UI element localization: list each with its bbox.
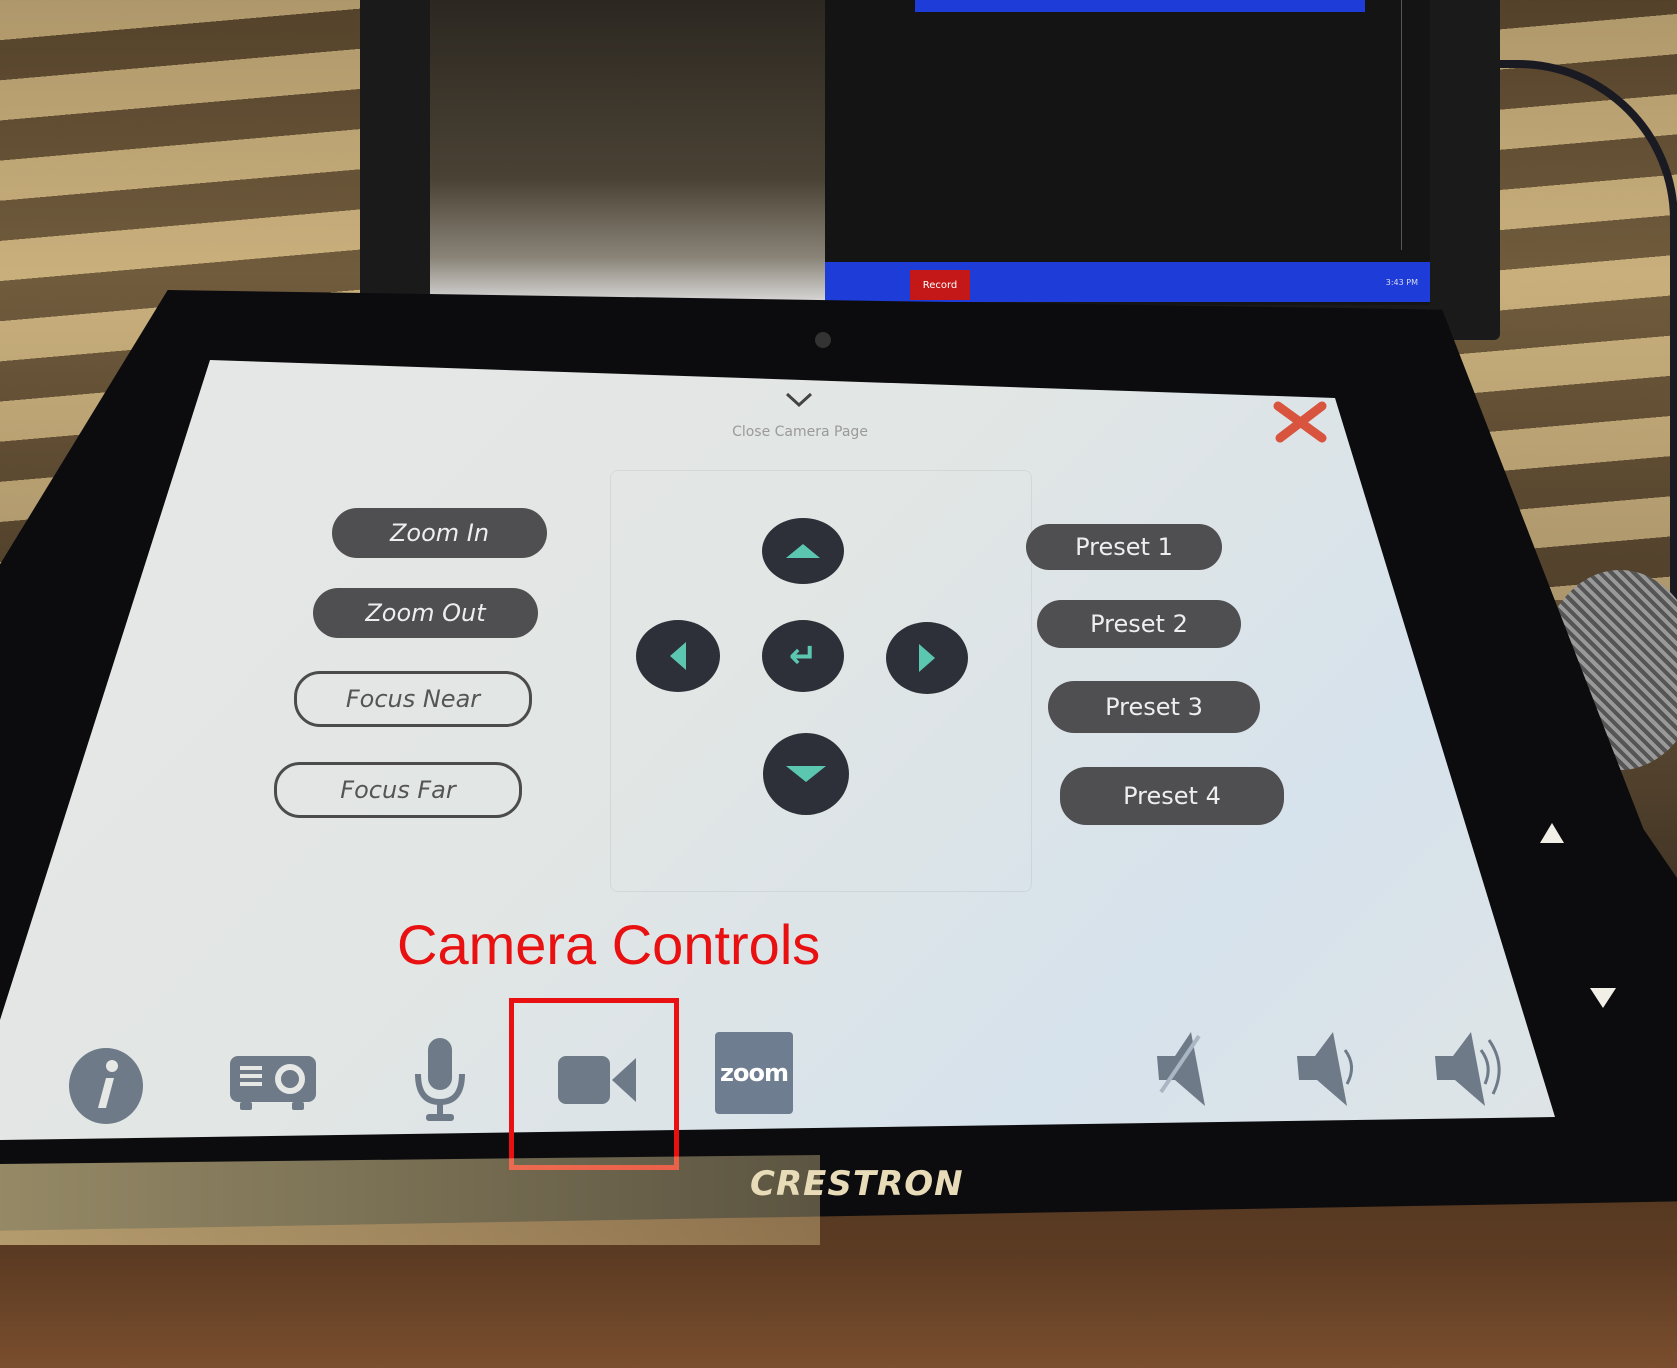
- pan-right-button[interactable]: [886, 622, 968, 694]
- camera-preview: [430, 0, 825, 305]
- arrow-right-icon: [919, 644, 935, 672]
- focus-far-button[interactable]: Focus Far: [274, 762, 522, 818]
- audio-meter: [1401, 0, 1412, 250]
- pan-down-button[interactable]: [763, 733, 849, 815]
- focus-far-label: Focus Far: [340, 776, 456, 804]
- arrow-down-icon: [786, 766, 826, 782]
- preset-2-button[interactable]: Preset 2: [1037, 600, 1241, 648]
- preset-1-button[interactable]: Preset 1: [1026, 524, 1222, 570]
- arrow-up-icon: [786, 544, 820, 558]
- rear-monitor: Record 3:43 PM: [360, 0, 1500, 340]
- preset-3-button[interactable]: Preset 3: [1048, 681, 1260, 733]
- close-icon[interactable]: [1272, 400, 1328, 444]
- preset-3-label: Preset 3: [1105, 693, 1203, 721]
- preset-2-label: Preset 2: [1090, 610, 1188, 638]
- preset-4-button[interactable]: Preset 4: [1060, 767, 1284, 825]
- projector-icon[interactable]: [228, 1052, 318, 1116]
- zoom-app-label: zoom: [720, 1059, 789, 1087]
- enter-button[interactable]: ↵: [762, 620, 844, 692]
- system-tray-time: 3:43 PM: [1385, 278, 1418, 287]
- zoom-in-label: Zoom In: [389, 519, 490, 547]
- zoom-app-icon[interactable]: zoom: [715, 1032, 793, 1114]
- info-icon[interactable]: [66, 1046, 146, 1126]
- enter-icon: ↵: [788, 636, 818, 676]
- mute-icon[interactable]: [1155, 1030, 1225, 1110]
- chevron-down-icon[interactable]: [785, 390, 813, 410]
- bezel-down-icon[interactable]: [1590, 988, 1616, 1008]
- pan-left-button[interactable]: [636, 620, 720, 692]
- arrow-left-icon: [670, 642, 686, 670]
- zoom-out-label: Zoom Out: [365, 599, 486, 627]
- volume-down-icon[interactable]: [1295, 1030, 1365, 1110]
- bezel-up-icon[interactable]: [1540, 823, 1564, 843]
- volume-up-icon[interactable]: [1433, 1030, 1513, 1110]
- focus-near-label: Focus Near: [345, 685, 481, 713]
- preset-1-label: Preset 1: [1075, 533, 1173, 561]
- close-camera-page-label[interactable]: Close Camera Page: [720, 424, 880, 440]
- record-button[interactable]: Record: [910, 270, 970, 300]
- tablet-camera: [815, 332, 831, 348]
- crestron-logo: CRESTRON: [750, 1164, 964, 1204]
- rear-monitor-screen: Record 3:43 PM: [430, 0, 1430, 305]
- microphone-icon[interactable]: [410, 1036, 470, 1126]
- desk-surface: [0, 1250, 1677, 1368]
- preset-4-label: Preset 4: [1123, 782, 1221, 810]
- highlight-box-outline: [509, 998, 679, 1170]
- pan-up-button[interactable]: [762, 518, 844, 584]
- monitor-top-bar: [915, 0, 1365, 12]
- zoom-in-button[interactable]: Zoom In: [332, 508, 547, 558]
- zoom-out-button[interactable]: Zoom Out: [313, 588, 538, 638]
- focus-near-button[interactable]: Focus Near: [294, 671, 532, 727]
- camera-controls-annotation: Camera Controls: [397, 913, 821, 976]
- bezel-glare: [0, 1155, 820, 1245]
